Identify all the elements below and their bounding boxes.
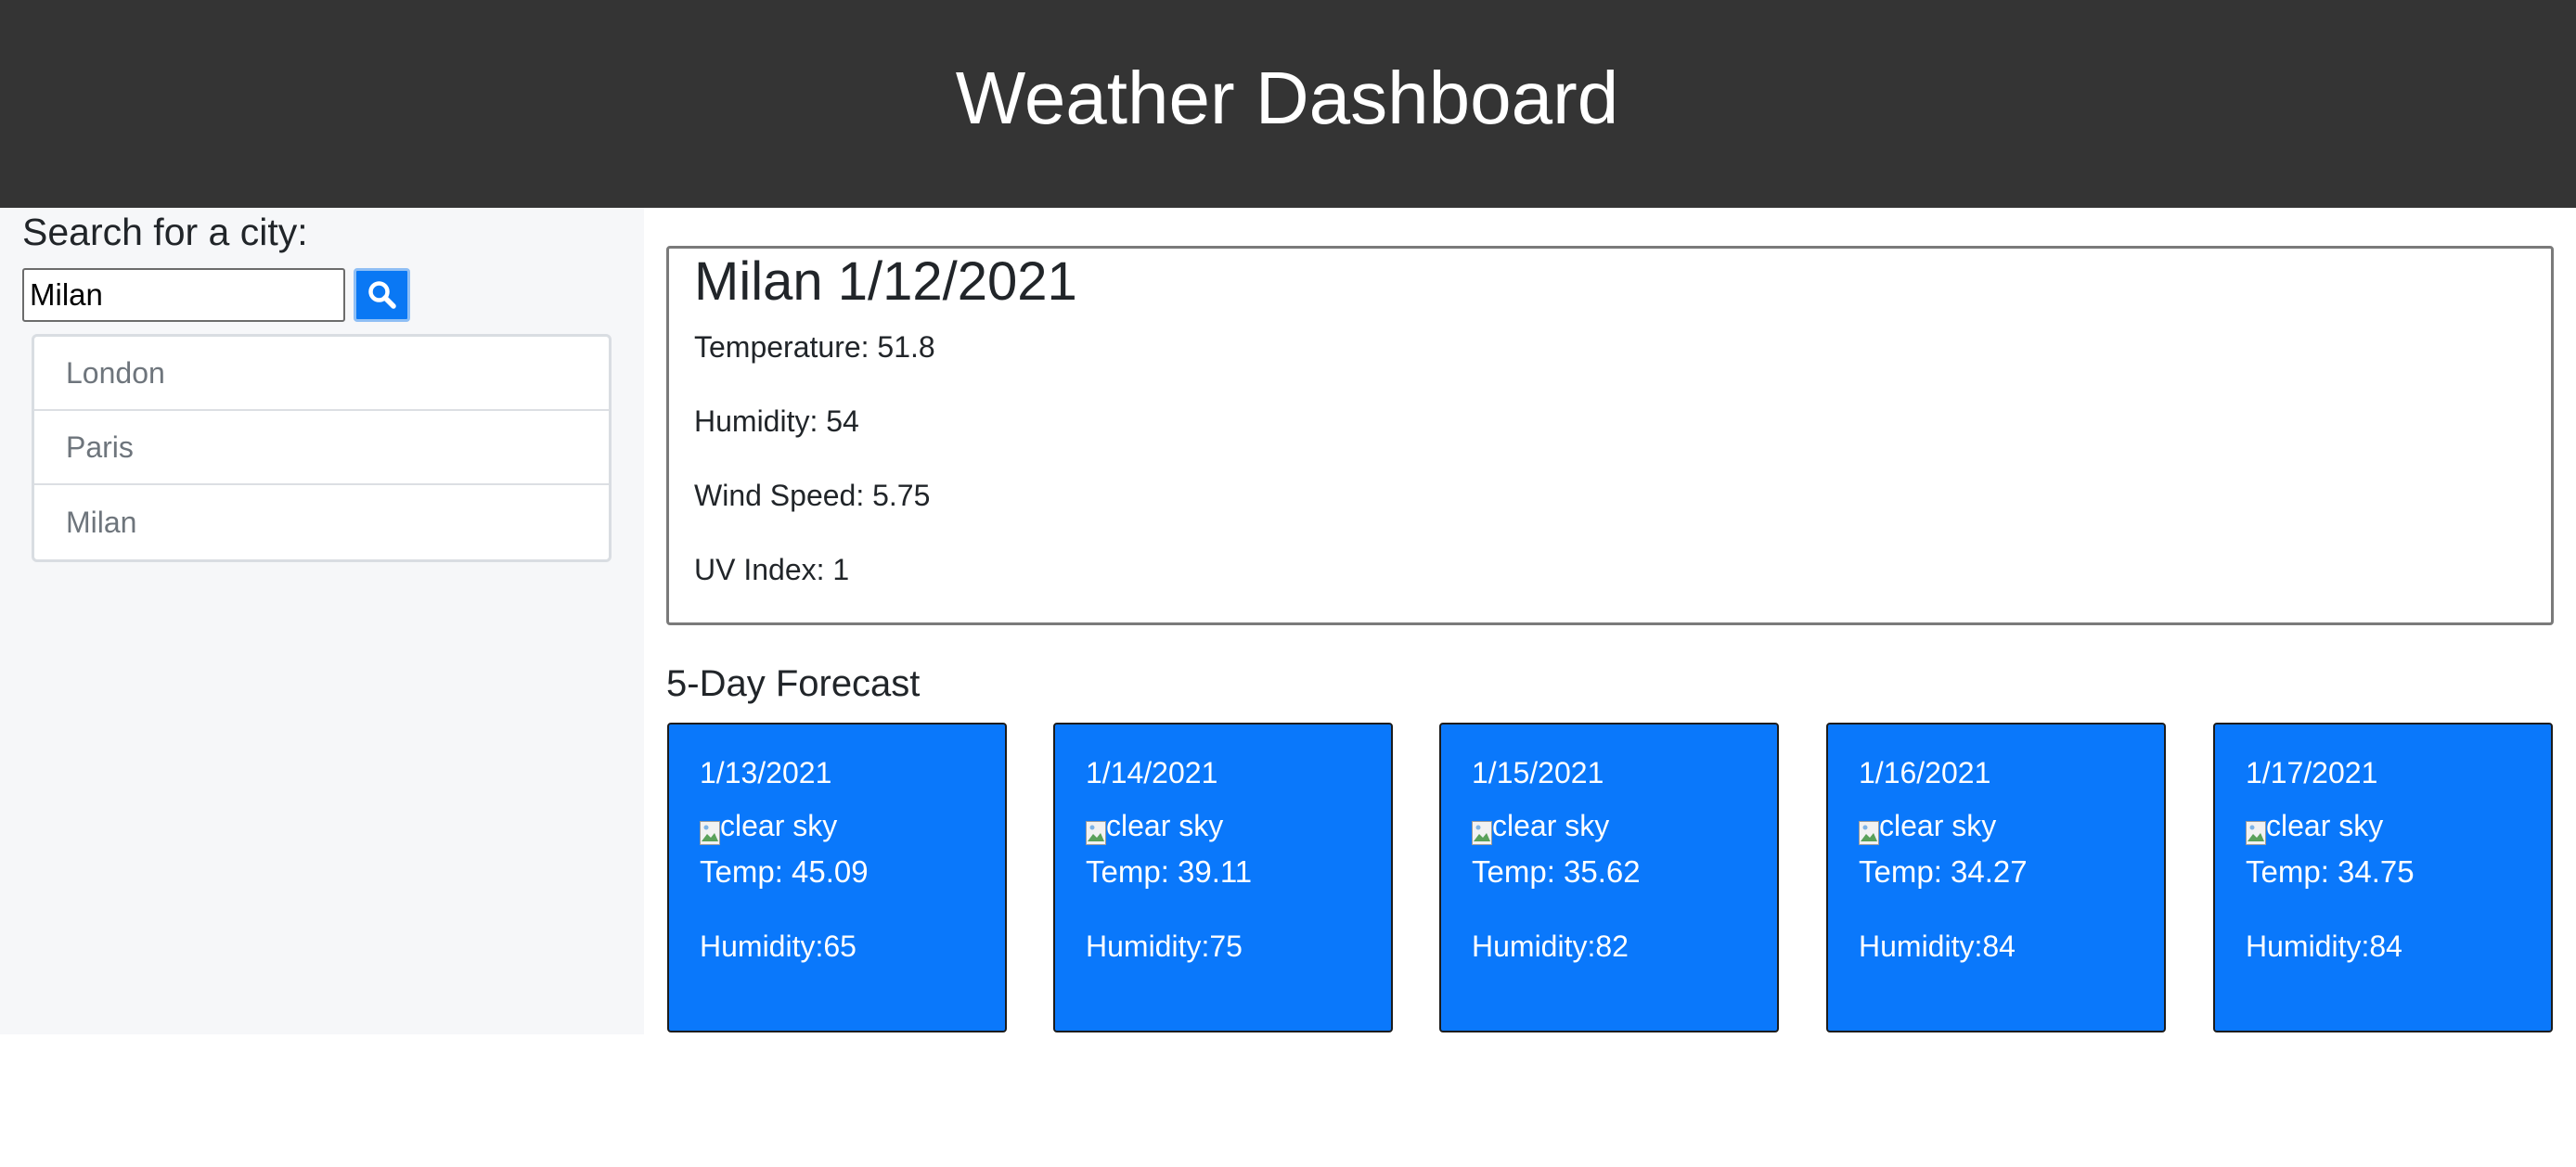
weather-image: clear sky	[1472, 809, 1610, 845]
forecast-date: 1/13/2021	[700, 756, 832, 789]
forecast-date: 1/15/2021	[1472, 756, 1604, 789]
forecast-temp: Temp: 34.27	[1859, 854, 2028, 889]
forecast-card: 1/16/2021 clear sky Temp: 34.27 Humidity…	[1826, 723, 2166, 1032]
search-button[interactable]	[354, 268, 410, 322]
weather-image-alt-text: clear sky	[1492, 809, 1610, 842]
page-title: Weather Dashboard	[955, 57, 1619, 139]
search-icon	[367, 281, 396, 309]
forecast-date: 1/17/2021	[2246, 756, 2378, 789]
history-item-paris[interactable]: Paris	[34, 411, 609, 485]
forecast-humidity: Humidity:84	[2246, 930, 2402, 963]
search-history-list: London Paris Milan	[32, 334, 612, 562]
page-header: Weather Dashboard	[0, 0, 2576, 208]
weather-image: clear sky	[700, 809, 838, 845]
weather-image-alt-text: clear sky	[1879, 809, 1997, 842]
weather-image: clear sky	[2246, 809, 2384, 845]
forecast-temp: Temp: 39.11	[1086, 854, 1253, 889]
city-search-input[interactable]	[22, 268, 345, 322]
current-city-heading: Milan 1/12/2021	[694, 251, 1077, 312]
weather-image-alt-text: clear sky	[1106, 809, 1224, 842]
broken-image-icon	[1086, 818, 1106, 845]
forecast-card: 1/15/2021 clear sky Temp: 35.62 Humidity…	[1439, 723, 1779, 1032]
current-humidity: Humidity: 54	[694, 404, 859, 438]
forecast-temp: Temp: 34.75	[2246, 854, 2415, 889]
forecast-temp: Temp: 45.09	[700, 854, 869, 889]
search-sidebar: Search for a city: London Paris Milan	[0, 208, 644, 1034]
weather-image: clear sky	[1859, 809, 1997, 845]
history-item-london[interactable]: London	[34, 337, 609, 411]
weather-image-alt-text: clear sky	[2266, 809, 2384, 842]
broken-image-icon	[1472, 818, 1492, 845]
forecast-date: 1/14/2021	[1086, 756, 1218, 789]
current-temperature: Temperature: 51.8	[694, 330, 935, 364]
current-uv-index: UV Index: 1	[694, 553, 850, 586]
forecast-humidity: Humidity:65	[700, 930, 857, 963]
forecast-card: 1/17/2021 clear sky Temp: 34.75 Humidity…	[2213, 723, 2553, 1032]
forecast-title: 5-Day Forecast	[666, 663, 921, 704]
current-weather-card: Milan 1/12/2021 Temperature: 51.8 Humidi…	[666, 246, 2554, 625]
forecast-date: 1/16/2021	[1859, 756, 1991, 789]
broken-image-icon	[2246, 818, 2266, 845]
forecast-humidity: Humidity:84	[1859, 930, 2016, 963]
search-label: Search for a city:	[22, 211, 308, 253]
broken-image-icon	[1859, 818, 1879, 845]
forecast-humidity: Humidity:82	[1472, 930, 1629, 963]
forecast-card: 1/14/2021 clear sky Temp: 39.11 Humidity…	[1053, 723, 1393, 1032]
weather-image: clear sky	[1086, 809, 1224, 845]
weather-image-alt-text: clear sky	[720, 809, 838, 842]
history-item-milan[interactable]: Milan	[34, 485, 609, 559]
current-wind-speed: Wind Speed: 5.75	[694, 479, 931, 512]
forecast-humidity: Humidity:75	[1086, 930, 1243, 963]
broken-image-icon	[700, 818, 720, 845]
forecast-temp: Temp: 35.62	[1472, 854, 1641, 889]
forecast-card: 1/13/2021 clear sky Temp: 45.09 Humidity…	[667, 723, 1007, 1032]
